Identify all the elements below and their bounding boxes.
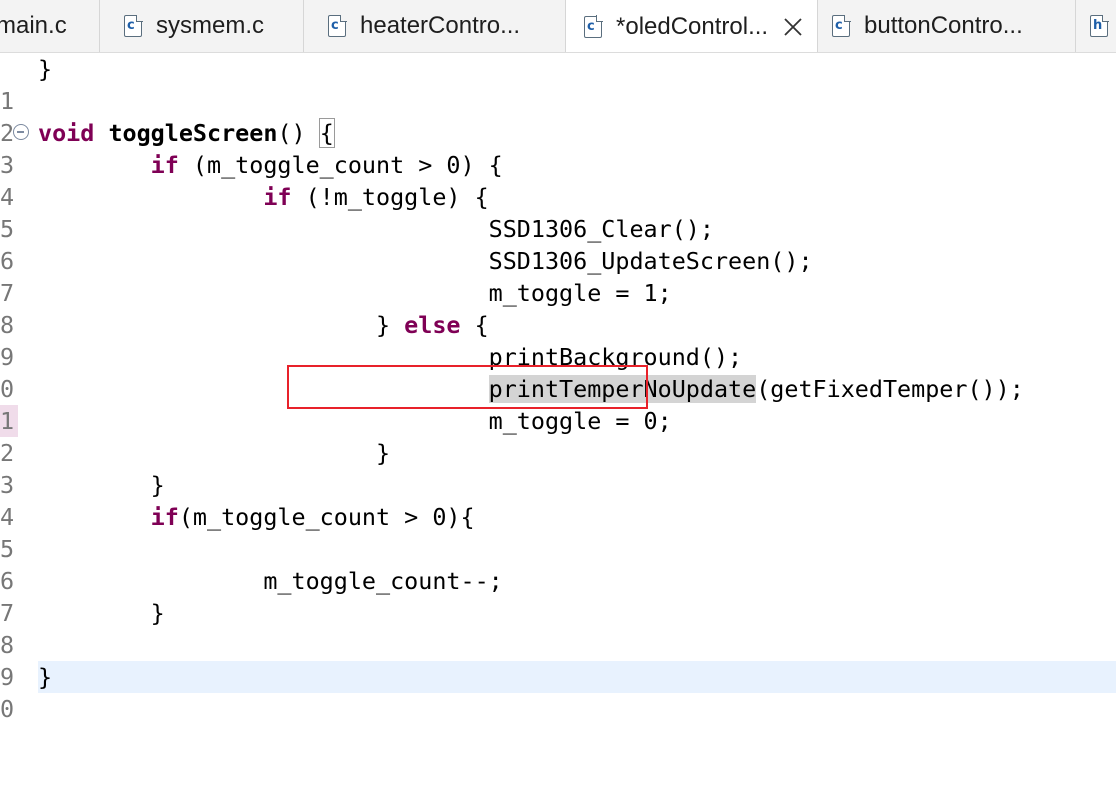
code-line: 2 bbox=[0, 85, 1116, 147]
collapse-fold-icon[interactable] bbox=[13, 124, 29, 140]
tab-heatercontrol-c[interactable]: c heaterContro... bbox=[304, 0, 566, 52]
code-line: 6 SSD1306_Clear(); bbox=[0, 215, 714, 275]
close-tab-icon[interactable] bbox=[782, 16, 804, 38]
c-file-icon: c bbox=[124, 14, 143, 37]
tab-label: *oledControl... bbox=[616, 12, 769, 40]
code-line: 8 } bbox=[0, 599, 165, 659]
code-editor[interactable]: 1 } 2 3 void toggleScreen() { 4 if (m_to… bbox=[0, 53, 1116, 723]
tab-header-file[interactable]: h bbox=[1076, 0, 1116, 52]
code-line: 0 printBackground(); bbox=[0, 343, 743, 403]
h-file-icon: h bbox=[1090, 14, 1109, 37]
tab-label: main.c bbox=[0, 12, 67, 39]
code-line: 7 m_toggle_count--; bbox=[0, 567, 503, 627]
tab-oledcontrol-c[interactable]: c *oledControl... bbox=[566, 0, 818, 52]
code-line: 5 if (!m_toggle) { bbox=[0, 183, 489, 243]
c-file-icon: c bbox=[832, 14, 851, 37]
matching-brace: { bbox=[318, 118, 335, 148]
selected-identifier: printTemperNoUpdate bbox=[488, 375, 757, 403]
code-line: 4 } bbox=[0, 471, 165, 531]
editor-tab-bar: main.c c sysmem.c c heaterContro... c *o… bbox=[0, 0, 1116, 53]
tab-label: heaterContro... bbox=[360, 12, 521, 39]
code-line: 1 printTemperNoUpdate(getFixedTemper()); bbox=[0, 375, 1024, 437]
tab-label: buttonContro... bbox=[864, 12, 1023, 39]
code-line: 9 bbox=[0, 629, 1116, 691]
code-line: 7 SSD1306_UpdateScreen(); bbox=[0, 247, 813, 307]
tab-buttoncontrol-c[interactable]: c buttonContro... bbox=[818, 0, 1076, 52]
code-line: 3 } bbox=[0, 439, 391, 499]
code-line: 5 if(m_toggle_count > 0){ bbox=[0, 503, 475, 563]
code-line: 2 m_toggle = 0; bbox=[0, 407, 672, 467]
tab-label: sysmem.c bbox=[156, 12, 264, 39]
code-line: 1 } bbox=[0, 55, 53, 115]
c-file-icon: c bbox=[328, 14, 347, 37]
code-line: 9 } else { bbox=[0, 311, 489, 371]
code-line: 8 m_toggle = 1; bbox=[0, 279, 672, 339]
tab-main-c[interactable]: main.c bbox=[0, 0, 100, 52]
code-line: 3 void toggleScreen() { bbox=[0, 118, 335, 179]
code-line: 4 if (m_toggle_count > 0) { bbox=[0, 151, 503, 211]
line-number: 0 bbox=[0, 695, 15, 723]
code-line: 6 bbox=[0, 533, 1116, 595]
c-file-icon: c bbox=[584, 15, 603, 38]
tab-sysmem-c[interactable]: c sysmem.c bbox=[100, 0, 304, 52]
code-line-current: 0 } bbox=[0, 661, 1116, 723]
